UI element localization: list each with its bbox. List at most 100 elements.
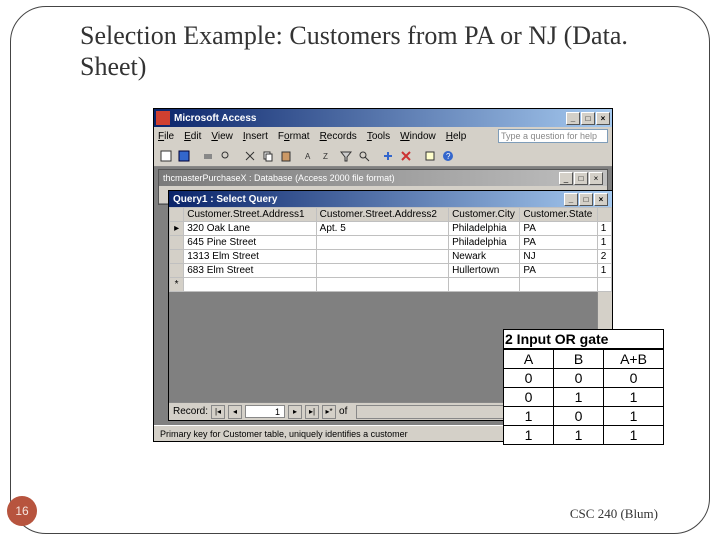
- database-window-icon[interactable]: [422, 148, 438, 164]
- menu-insert[interactable]: Insert: [243, 131, 268, 142]
- app-title-text: Microsoft Access: [174, 113, 256, 124]
- col-header[interactable]: Customer.State: [520, 208, 597, 222]
- menu-bar: File Edit View Insert Format Records Too…: [154, 127, 612, 145]
- q-minimize-button[interactable]: _: [564, 193, 578, 206]
- view-icon[interactable]: [158, 148, 174, 164]
- db-close-button[interactable]: ×: [589, 172, 603, 185]
- grid-cell[interactable]: Newark: [449, 250, 520, 264]
- grid-cell[interactable]: 1313 Elm Street: [184, 250, 316, 264]
- close-button[interactable]: ×: [596, 112, 610, 125]
- menu-format[interactable]: Format: [278, 131, 310, 142]
- col-header[interactable]: [597, 208, 611, 222]
- record-label: Record:: [173, 406, 208, 417]
- help-icon[interactable]: ?: [440, 148, 456, 164]
- truth-cell: 0: [504, 369, 554, 388]
- nav-first-button[interactable]: |◂: [211, 405, 225, 419]
- q-close-button[interactable]: ×: [594, 193, 608, 206]
- db-maximize-button[interactable]: □: [574, 172, 588, 185]
- copy-icon[interactable]: [260, 148, 276, 164]
- new-record-icon[interactable]: [380, 148, 396, 164]
- preview-icon[interactable]: [218, 148, 234, 164]
- truth-cell: 0: [604, 369, 664, 388]
- row-selector-header[interactable]: [170, 208, 184, 222]
- truth-caption: 2 Input OR gate: [504, 330, 664, 350]
- print-icon[interactable]: [200, 148, 216, 164]
- truth-cell: 1: [604, 426, 664, 445]
- nav-last-button[interactable]: ▸|: [305, 405, 319, 419]
- nav-next-button[interactable]: ▸: [288, 405, 302, 419]
- grid-cell[interactable]: [316, 250, 448, 264]
- truth-cell: 1: [504, 426, 554, 445]
- grid-cell[interactable]: Apt. 5: [316, 222, 448, 236]
- query-title-text: Query1 : Select Query: [173, 194, 278, 205]
- ask-question-input[interactable]: Type a question for help: [498, 129, 608, 143]
- maximize-button[interactable]: □: [581, 112, 595, 125]
- record-of-label: of: [339, 406, 347, 417]
- row-selector[interactable]: [170, 264, 184, 278]
- grid-cell[interactable]: 1: [597, 222, 611, 236]
- truth-cell: 0: [504, 388, 554, 407]
- truth-header-b: B: [554, 349, 604, 369]
- col-header[interactable]: Customer.Street.Address2: [316, 208, 448, 222]
- nav-prev-button[interactable]: ◂: [228, 405, 242, 419]
- find-icon[interactable]: [356, 148, 372, 164]
- truth-header-ab: A+B: [604, 349, 664, 369]
- grid-cell[interactable]: NJ: [520, 250, 597, 264]
- paste-icon[interactable]: [278, 148, 294, 164]
- truth-header-a: A: [504, 349, 554, 369]
- menu-view[interactable]: View: [211, 131, 233, 142]
- grid-cell[interactable]: 683 Elm Street: [184, 264, 316, 278]
- grid-cell[interactable]: [316, 264, 448, 278]
- col-header[interactable]: Customer.City: [449, 208, 520, 222]
- minimize-button[interactable]: _: [566, 112, 580, 125]
- row-selector[interactable]: ▸: [170, 222, 184, 236]
- app-titlebar: Microsoft Access _ □ ×: [154, 109, 612, 127]
- menu-records[interactable]: Records: [320, 131, 357, 142]
- svg-text:A: A: [305, 152, 311, 161]
- grid-cell[interactable]: PA: [520, 222, 597, 236]
- grid-cell[interactable]: 320 Oak Lane: [184, 222, 316, 236]
- cut-icon[interactable]: [242, 148, 258, 164]
- grid-cell[interactable]: 645 Pine Street: [184, 236, 316, 250]
- menu-edit[interactable]: Edit: [184, 131, 201, 142]
- grid-cell[interactable]: 1: [597, 236, 611, 250]
- datasheet-grid[interactable]: Customer.Street.Address1 Customer.Street…: [169, 207, 612, 292]
- grid-cell[interactable]: Hullertown: [449, 264, 520, 278]
- truth-table: 2 Input OR gate A B A+B 000011101111: [503, 329, 664, 445]
- nav-new-button[interactable]: ▸*: [322, 405, 336, 419]
- menu-tools[interactable]: Tools: [367, 131, 390, 142]
- db-minimize-button[interactable]: _: [559, 172, 573, 185]
- grid-cell[interactable]: [316, 236, 448, 250]
- menu-help[interactable]: Help: [446, 131, 467, 142]
- status-text: Primary key for Customer table, uniquely…: [160, 429, 408, 439]
- row-selector[interactable]: [170, 250, 184, 264]
- new-record-selector[interactable]: *: [170, 278, 184, 292]
- record-number-field[interactable]: 1: [245, 405, 285, 418]
- footer-text: CSC 240 (Blum): [570, 506, 658, 522]
- grid-cell[interactable]: PA: [520, 236, 597, 250]
- row-selector[interactable]: [170, 236, 184, 250]
- svg-text:Z: Z: [323, 152, 328, 161]
- delete-record-icon[interactable]: [398, 148, 414, 164]
- grid-cell[interactable]: PA: [520, 264, 597, 278]
- save-icon[interactable]: [176, 148, 192, 164]
- truth-cell: 0: [554, 369, 604, 388]
- menu-window[interactable]: Window: [400, 131, 436, 142]
- grid-cell[interactable]: 2: [597, 250, 611, 264]
- filter-icon[interactable]: [338, 148, 354, 164]
- q-maximize-button[interactable]: □: [579, 193, 593, 206]
- access-app-icon: [156, 111, 170, 125]
- grid-cell[interactable]: 1: [597, 264, 611, 278]
- col-header[interactable]: Customer.Street.Address1: [184, 208, 316, 222]
- slide-title: Selection Example: Customers from PA or …: [80, 20, 640, 82]
- truth-cell: 1: [604, 407, 664, 426]
- grid-cell[interactable]: Philadelphia: [449, 236, 520, 250]
- menu-file[interactable]: File: [158, 131, 174, 142]
- svg-text:?: ?: [446, 152, 451, 161]
- page-number-badge: 16: [7, 496, 37, 526]
- grid-cell[interactable]: [184, 278, 316, 292]
- sort-desc-icon[interactable]: Z: [320, 148, 336, 164]
- sort-asc-icon[interactable]: A: [302, 148, 318, 164]
- truth-cell: 0: [554, 407, 604, 426]
- grid-cell[interactable]: Philadelphia: [449, 222, 520, 236]
